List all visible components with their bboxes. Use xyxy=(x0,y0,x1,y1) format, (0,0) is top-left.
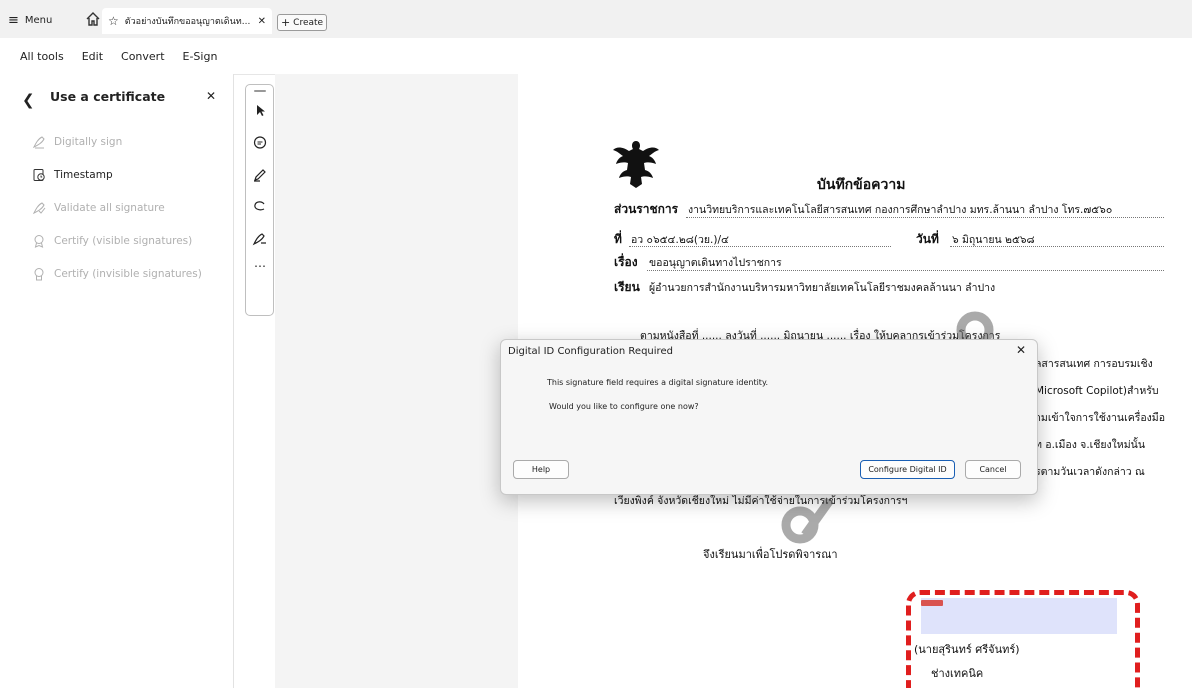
document-tab[interactable]: ☆ ตัวอย่างบันทึกขออนุญาตเดินท... ✕ xyxy=(102,8,272,34)
panel-item-label: Timestamp xyxy=(54,169,113,181)
menu-convert[interactable]: Convert xyxy=(121,50,165,63)
draw-lasso-icon[interactable] xyxy=(252,199,268,215)
menu-all-tools[interactable]: All tools xyxy=(20,50,64,63)
tab-title: ตัวอย่างบันทึกขออนุญาตเดินท... xyxy=(124,17,251,27)
home-icon[interactable] xyxy=(84,10,102,28)
body-line-3: Microsoft Copilot)สำหรับ xyxy=(1035,385,1159,397)
panel-item-digitally-sign[interactable]: Digitally sign xyxy=(32,135,122,149)
panel-item-label: Certify (visible signatures) xyxy=(54,235,193,247)
palette-grip[interactable] xyxy=(254,90,266,92)
configure-digital-id-button[interactable]: Configure Digital ID xyxy=(860,460,955,479)
menu-edit[interactable]: Edit xyxy=(82,50,103,63)
body-line-2: ลสารสนเทศ การอบรมเชิง xyxy=(1035,358,1153,370)
create-button[interactable]: + Create xyxy=(277,14,327,31)
menu-e-sign[interactable]: E-Sign xyxy=(183,50,218,63)
panel-item-timestamp[interactable]: Timestamp xyxy=(32,168,113,182)
panel-item-certify-invisible[interactable]: Certify (invisible signatures) xyxy=(32,267,202,281)
to-value: ผู้อำนวยการสำนักงานบริหารมหาวิทยาลัยเทคโ… xyxy=(649,282,996,294)
to-label: เรียน xyxy=(614,280,640,294)
subject-value: ขออนุญาตเดินทางไปราชการ xyxy=(649,257,782,269)
comment-icon[interactable] xyxy=(252,135,268,151)
dotted-line xyxy=(950,246,1164,247)
more-tools-icon[interactable]: ⋯ xyxy=(252,260,268,277)
subject-label: เรื่อง xyxy=(614,255,638,269)
signer-position: ช่างเทคนิค xyxy=(931,667,984,680)
help-button[interactable]: Help xyxy=(513,460,569,479)
certificate-panel xyxy=(0,74,234,688)
dialog-close-icon[interactable]: ✕ xyxy=(1016,343,1026,357)
body-line-5: ท อ.เมือง จ.เชียงใหม่นั้น xyxy=(1035,439,1145,451)
timestamp-icon xyxy=(33,169,45,181)
panel-item-label: Certify (invisible signatures) xyxy=(54,268,202,280)
digital-sign-icon xyxy=(32,136,45,149)
select-arrow-icon[interactable] xyxy=(252,103,268,119)
body-line-6: รตามวันเวลาดังกล่าว ณ xyxy=(1035,466,1145,478)
dialog-message-2: Would you like to configure one now? xyxy=(549,402,699,411)
validate-signature-icon xyxy=(32,202,46,215)
dept-value: งานวิทยบริการและเทคโนโลยีสารสนเทศ กองการ… xyxy=(688,204,1113,216)
dialog-message-1: This signature field requires a digital … xyxy=(547,378,769,387)
menu-bar: All tools Edit Convert E-Sign xyxy=(0,38,1192,75)
dept-label: ส่วนราชการ xyxy=(614,202,679,216)
memo-heading: บันทึกข้อความ xyxy=(817,177,906,193)
back-chevron-icon[interactable]: ❮ xyxy=(22,91,35,109)
highlight-pen-icon[interactable] xyxy=(252,167,268,183)
panel-item-label: Digitally sign xyxy=(54,136,123,148)
signer-name: (นายสุรินทร์ ศรีจันทร์) xyxy=(914,643,1020,656)
canvas-gutter xyxy=(275,74,518,688)
certify-invisible-icon xyxy=(34,268,44,281)
panel-close-icon[interactable]: ✕ xyxy=(206,89,216,103)
close-tab-icon[interactable]: ✕ xyxy=(258,16,266,27)
dotted-line xyxy=(686,217,1164,218)
certify-visible-icon xyxy=(34,235,44,248)
body-line-4: ามเข้าใจการใช้งานเครื่องมือ xyxy=(1035,412,1166,424)
cancel-button[interactable]: Cancel xyxy=(965,460,1021,479)
dotted-line xyxy=(647,270,1164,271)
menu-label: Menu xyxy=(24,15,53,26)
panel-item-certify-visible[interactable]: Certify (visible signatures) xyxy=(32,234,192,248)
garuda-emblem-icon xyxy=(613,141,659,188)
sign-pen-icon[interactable] xyxy=(252,231,268,247)
digital-id-dialog xyxy=(500,339,1038,495)
dialog-title: Digital ID Configuration Required xyxy=(508,346,673,357)
menu-button[interactable]: ≡ Menu xyxy=(8,13,52,28)
ref-label: ที่ xyxy=(614,232,622,246)
date-label: วันที่ xyxy=(916,232,939,246)
dotted-line xyxy=(629,246,891,247)
panel-title: Use a certificate xyxy=(50,89,166,104)
star-icon[interactable]: ☆ xyxy=(108,14,119,28)
hamburger-icon: ≡ xyxy=(8,13,19,28)
panel-item-validate[interactable]: Validate all signature xyxy=(32,201,165,215)
plus-icon: + xyxy=(280,16,291,29)
create-label: Create xyxy=(293,17,324,28)
panel-item-label: Validate all signature xyxy=(54,202,165,214)
tool-palette: ⋯ xyxy=(245,84,274,316)
